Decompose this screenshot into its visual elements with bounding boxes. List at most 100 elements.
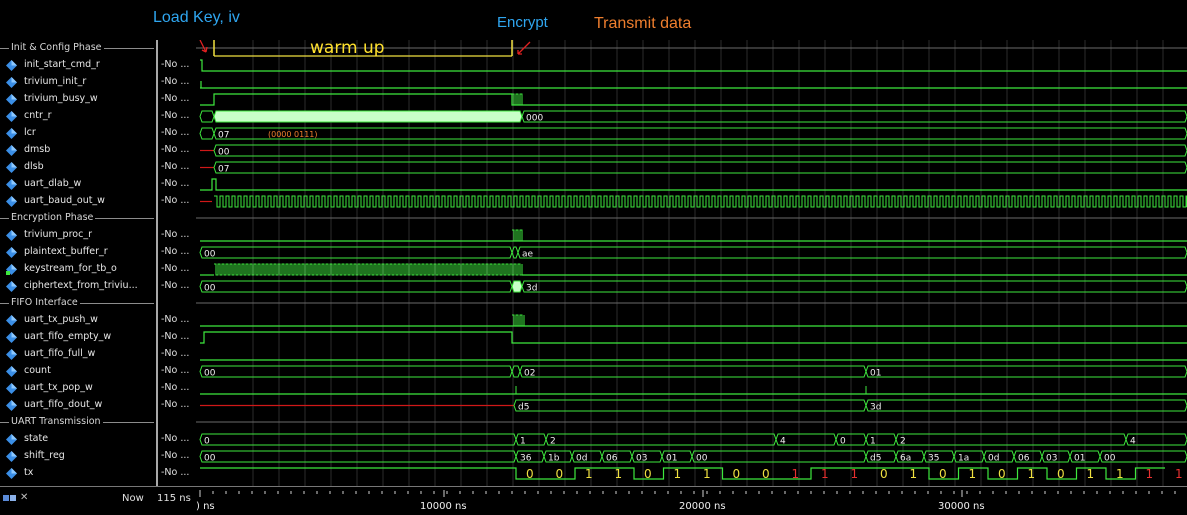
bus-value-label: 4 (1130, 437, 1136, 447)
signal-waveform (200, 178, 1187, 191)
bus-value-label: 2 (550, 437, 556, 447)
signal-name: uart_tx_push_w (24, 314, 98, 325)
signal-row[interactable]: lcr (0, 125, 154, 142)
bus-segment (199, 433, 517, 446)
signal-icon (6, 145, 17, 156)
signal-row[interactable]: shift_reg (0, 448, 154, 465)
signal-value: -No ... (161, 161, 190, 172)
signal-row[interactable]: keystream_for_tb_o (0, 261, 154, 278)
waveform-canvas[interactable]: 00007 (0000 0111)000700 ae00 3d00 02 01d5 3d0 1… (196, 40, 1187, 486)
signal-name: state (24, 433, 49, 444)
signal-waveform (200, 93, 1187, 106)
signal-name: uart_fifo_empty_w (24, 331, 112, 342)
bus-segment (545, 433, 777, 446)
signal-row[interactable]: tx (0, 465, 154, 482)
tx-bit-label: 0 (939, 467, 947, 481)
group-label: FIFO Interface (9, 297, 80, 308)
bus-segment (517, 246, 1187, 259)
signal-row[interactable]: trivium_proc_r (0, 227, 154, 244)
signal-row[interactable]: trivium_init_r (0, 74, 154, 91)
timeline-label: 30000 ns (938, 501, 985, 512)
signal-value: -No ... (161, 263, 190, 274)
signal-row[interactable]: trivium_busy_w (0, 91, 154, 108)
zoom-icon[interactable] (2, 493, 18, 505)
signal-icon (6, 434, 17, 445)
signal-name: lcr (24, 127, 36, 138)
tx-bit-label: 0 (880, 467, 888, 481)
group-header[interactable]: Init & Config Phase (0, 40, 154, 57)
group-label: Encryption Phase (9, 212, 96, 223)
tx-bit-label: 1 (851, 467, 859, 481)
tx-bit-label: 1 (1175, 467, 1183, 481)
signal-value: -No ... (161, 144, 190, 155)
signal-value: -No ... (161, 59, 190, 70)
timeline-label: ) ns (196, 501, 215, 512)
clock-waveform (512, 229, 523, 242)
signal-row[interactable]: uart_dlab_w (0, 176, 154, 193)
signal-icon (6, 451, 17, 462)
bus-value-label: 0d (988, 454, 999, 464)
signal-row[interactable]: dmsb (0, 142, 154, 159)
tx-bit-label: 1 (1028, 467, 1036, 481)
bus-segment (199, 365, 513, 378)
bus-value-label: 07 (218, 165, 229, 175)
close-icon[interactable]: ✕ (20, 492, 28, 503)
signal-name: uart_fifo_dout_w (24, 399, 103, 410)
annotation-warm-up: warm up (310, 40, 385, 58)
signal-value: -No ... (161, 93, 190, 104)
bus-value-label: 07 (218, 131, 229, 141)
signal-name: trivium_init_r (24, 76, 87, 87)
waveform-pane[interactable]: 000 07 (0000 0111) 00 07 00 ae 00 3d 00 02 01 d5 3d 0 1… (196, 40, 1187, 486)
signal-value: -No ... (161, 229, 190, 240)
signal-icon (6, 111, 17, 122)
signal-value: -No ... (161, 314, 190, 325)
signal-row[interactable]: count (0, 363, 154, 380)
bus-value-label: 36 (520, 454, 532, 464)
bus-value-label: 01 (1074, 454, 1085, 464)
annotation-load-key: Load Key, iv (153, 9, 240, 26)
bus-segment (519, 365, 867, 378)
bus-segment (865, 365, 1187, 378)
signal-row[interactable]: ciphertext_from_triviu... (0, 278, 154, 295)
bus-value-label: 00 (1104, 454, 1116, 464)
bus-segment (199, 280, 513, 293)
signal-row[interactable]: cntr_r (0, 108, 154, 125)
signal-row[interactable]: uart_fifo_full_w (0, 346, 154, 363)
signal-row[interactable]: uart_tx_pop_w (0, 380, 154, 397)
signal-row[interactable]: uart_baud_out_w (0, 193, 154, 210)
signal-row[interactable]: uart_fifo_empty_w (0, 329, 154, 346)
signal-row[interactable]: state (0, 431, 154, 448)
tx-bit-label: 0 (644, 467, 652, 481)
group-label: UART Transmission (9, 416, 103, 427)
signal-icon (6, 281, 17, 292)
bus-segment (521, 110, 1187, 123)
signal-row[interactable]: uart_fifo_dout_w (0, 397, 154, 414)
tx-bit-label: 0 (556, 467, 564, 481)
signal-value: -No ... (161, 76, 190, 87)
bus-value-label: 01 (870, 369, 881, 379)
tx-bit-label: 1 (910, 467, 918, 481)
bus-value-label: 03 (636, 454, 647, 464)
tx-bit-label: 1 (969, 467, 977, 481)
signal-value: -No ... (161, 365, 190, 376)
signal-icon (6, 60, 17, 71)
group-header[interactable]: UART Transmission (0, 414, 154, 431)
signal-value: -No ... (161, 280, 190, 291)
bus-value-label: 00 (204, 284, 216, 294)
signal-value: -No ... (161, 399, 190, 410)
bus-value-label: 4 (780, 437, 786, 447)
now-value: 115 ns (157, 493, 191, 504)
signal-row[interactable]: plaintext_buffer_r (0, 244, 154, 261)
timeline-ruler[interactable]: ) ns 10000 ns 20000 ns 30000 ns (196, 487, 1187, 515)
signal-row[interactable]: init_start_cmd_r (0, 57, 154, 74)
bus-value-label: 35 (928, 454, 939, 464)
clock-waveform (512, 93, 523, 106)
signal-row[interactable]: dlsb (0, 159, 154, 176)
group-header[interactable]: Encryption Phase (0, 210, 154, 227)
signal-row[interactable]: uart_tx_push_w (0, 312, 154, 329)
timeline-label: 20000 ns (679, 501, 726, 512)
signal-icon (6, 366, 17, 377)
signal-icon (6, 77, 17, 88)
signal-name: count (24, 365, 51, 376)
group-header[interactable]: FIFO Interface (0, 295, 154, 312)
